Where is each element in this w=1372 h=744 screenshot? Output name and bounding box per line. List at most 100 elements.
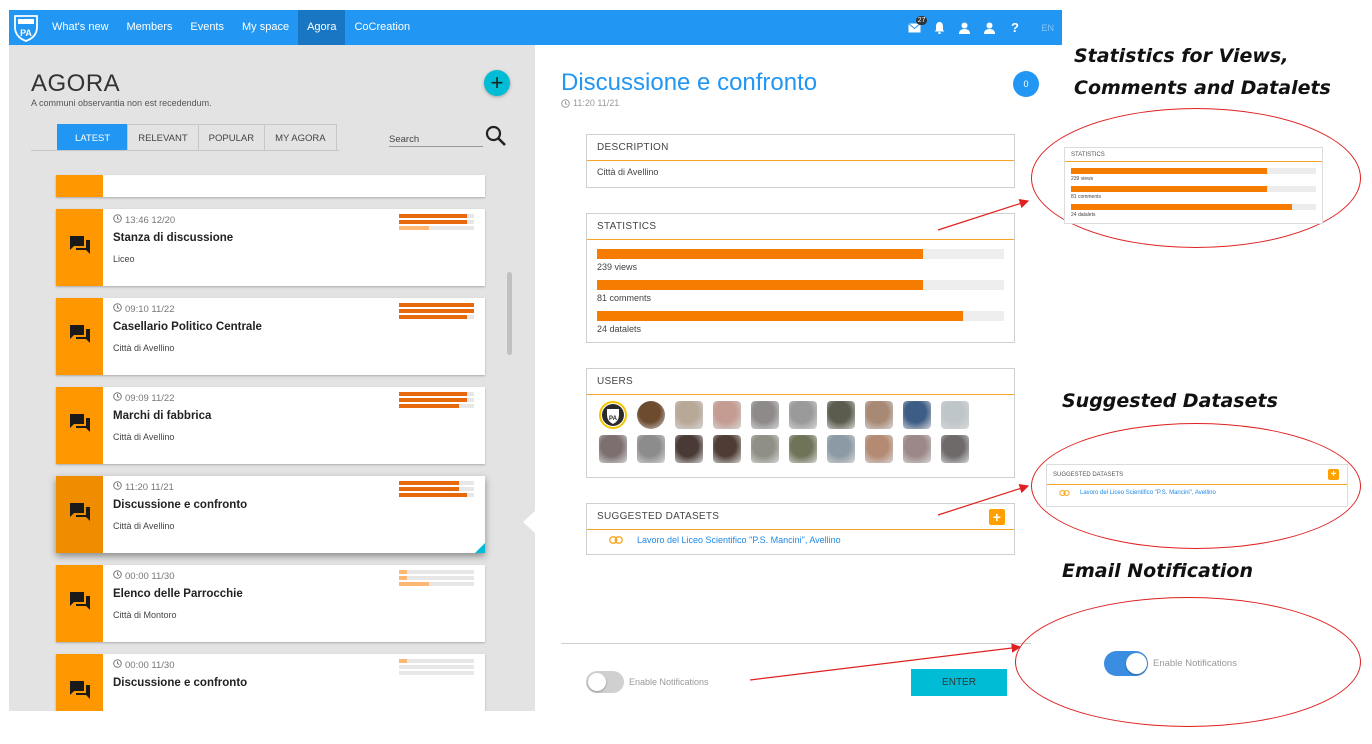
statistics-list: 239 views 81 comments 24 datalets	[587, 240, 1014, 341]
mini-stat-bar	[399, 214, 474, 218]
users-header: USERS	[587, 369, 1014, 395]
mini-stats	[399, 570, 474, 588]
user-avatar[interactable]	[827, 401, 855, 429]
zoom-stat-label: 24 datalets	[1071, 212, 1096, 218]
stats-caption-line2: Comments and Datalets	[1074, 77, 1331, 99]
user-avatar[interactable]	[789, 401, 817, 429]
bell-icon[interactable]	[927, 10, 952, 45]
nav-item[interactable]: Agora	[298, 10, 346, 45]
card-subtitle: Città di Montoro	[113, 610, 177, 620]
user-avatar[interactable]	[827, 435, 855, 463]
mail-icon[interactable]: 27	[902, 10, 928, 45]
users-avatars: PA	[587, 395, 1014, 469]
user-avatar[interactable]	[941, 401, 969, 429]
list-item-partial[interactable]	[56, 175, 485, 197]
card-time-text: 00:00 11/30	[125, 659, 175, 671]
mini-stat-fill	[399, 481, 459, 485]
user-avatar[interactable]	[903, 401, 931, 429]
user-avatar[interactable]	[903, 435, 931, 463]
route-to-pa-logo[interactable]: PA	[12, 13, 40, 42]
search-input[interactable]: Search	[389, 134, 483, 147]
notifications-toggle[interactable]	[586, 671, 624, 693]
mini-stat-bar	[399, 398, 474, 402]
mini-stat-bar	[399, 582, 474, 586]
zoom-notifications-toggle	[1104, 651, 1148, 676]
tab[interactable]: MY AGORA	[264, 124, 337, 151]
zoom-toggle-knob	[1126, 653, 1147, 674]
list-item[interactable]: 00:00 11/30 Elenco delle Parrocchie Città …	[56, 565, 485, 642]
zoom-datasets-header: SUGGESTED DATASETS +	[1047, 465, 1347, 485]
list-item[interactable]: 00:00 11/30 Discussione e confronto	[56, 654, 485, 711]
svg-text:PA: PA	[609, 416, 618, 422]
agora-tabs: LATEST RELEVANT POPULAR MY AGORA	[57, 124, 337, 151]
nav-item[interactable]: My space	[233, 10, 298, 45]
user-avatar[interactable]	[637, 401, 665, 429]
notifications-label: Enable Notifications	[629, 677, 709, 687]
comment-count-badge[interactable]: 0	[1013, 71, 1039, 97]
zoom-dataset-link: Lavoro del Liceo Scientifico "P.S. Manci…	[1047, 485, 1347, 496]
card-time: 00:00 11/30	[113, 659, 174, 671]
card-side	[56, 298, 103, 375]
mini-stat-bar	[399, 481, 474, 485]
mini-stat-fill	[399, 309, 474, 313]
list-item[interactable]: 09:10 11/22 Casellario Politico Centrale C…	[56, 298, 485, 375]
list-item[interactable]: 13:46 12/20 Stanza di discussione Liceo	[56, 209, 485, 286]
zoom-datasets-label: SUGGESTED DATASETS	[1053, 472, 1124, 478]
user-avatar[interactable]	[789, 435, 817, 463]
nav-item[interactable]: Members	[118, 10, 182, 45]
help-icon[interactable]: ?	[1002, 10, 1027, 45]
nav-item[interactable]: Events	[181, 10, 233, 45]
clock-icon	[561, 98, 570, 108]
add-room-button[interactable]: +	[484, 70, 510, 96]
agora-title: AGORA	[31, 70, 121, 97]
zoom-stat-label: 81 comments	[1071, 194, 1102, 200]
user-avatar[interactable]	[941, 435, 969, 463]
language-selector[interactable]: EN	[1041, 23, 1054, 33]
user-avatar[interactable]	[865, 435, 893, 463]
user-avatar[interactable]	[713, 435, 741, 463]
card-subtitle: Città di Avellino	[113, 521, 175, 531]
chat-icon	[69, 324, 91, 349]
search-icon[interactable]	[485, 125, 507, 147]
user-icon[interactable]	[952, 10, 977, 45]
list-item[interactable]: 09:09 11/22 Marchi di fabbrica Città di Av…	[56, 387, 485, 464]
user-avatar[interactable]	[713, 401, 741, 429]
tab[interactable]: POPULAR	[197, 124, 266, 151]
user-avatar[interactable]	[637, 435, 665, 463]
clock-icon	[113, 570, 122, 582]
user-avatar[interactable]: PA	[599, 401, 627, 429]
card-side	[56, 175, 103, 197]
zoom-stat-fill	[1071, 204, 1292, 210]
enter-button[interactable]: ENTER	[911, 669, 1007, 696]
zoom-stat-bar	[1071, 168, 1316, 174]
feed-scrollbar[interactable]	[507, 272, 512, 355]
clock-icon	[113, 659, 122, 671]
user-avatar[interactable]	[865, 401, 893, 429]
zoom-stat-fill	[1071, 186, 1267, 192]
card-time: 13:46 12/20	[113, 214, 175, 226]
top-icons: 27 ? EN	[902, 10, 1054, 45]
tab[interactable]: LATEST	[57, 124, 129, 151]
profile-icon[interactable]	[977, 10, 1002, 45]
stat-bar	[597, 311, 1004, 321]
mini-stat-fill	[399, 303, 474, 307]
mini-stat-fill	[399, 576, 407, 580]
dataset-link[interactable]: Lavoro del Liceo Scientifico "P.S. Manci…	[587, 530, 1014, 551]
card-title: Stanza di discussione	[113, 232, 234, 244]
nav-item[interactable]: CoCreation	[345, 10, 419, 45]
nav-item[interactable]: What's new	[43, 10, 118, 45]
description-panel: DESCRIPTION Città di Avellino	[586, 134, 1015, 188]
list-item[interactable]: 11:20 11/21 Discussione e confronto Città …	[56, 476, 485, 553]
user-avatar[interactable]	[599, 435, 627, 463]
card-title: Discussione e confronto	[113, 677, 248, 689]
selected-corner	[475, 543, 485, 553]
user-avatar[interactable]	[675, 435, 703, 463]
user-avatar[interactable]	[675, 401, 703, 429]
agora-panel: AGORA A communi observantia non est rece…	[9, 45, 535, 711]
dataset-link-text[interactable]: Lavoro del Liceo Scientifico "P.S. Manci…	[637, 535, 841, 545]
user-avatar[interactable]	[751, 401, 779, 429]
card-time-text: 00:00 11/30	[125, 570, 175, 582]
tab[interactable]: RELEVANT	[127, 124, 199, 151]
add-dataset-button[interactable]: +	[989, 509, 1005, 525]
user-avatar[interactable]	[751, 435, 779, 463]
